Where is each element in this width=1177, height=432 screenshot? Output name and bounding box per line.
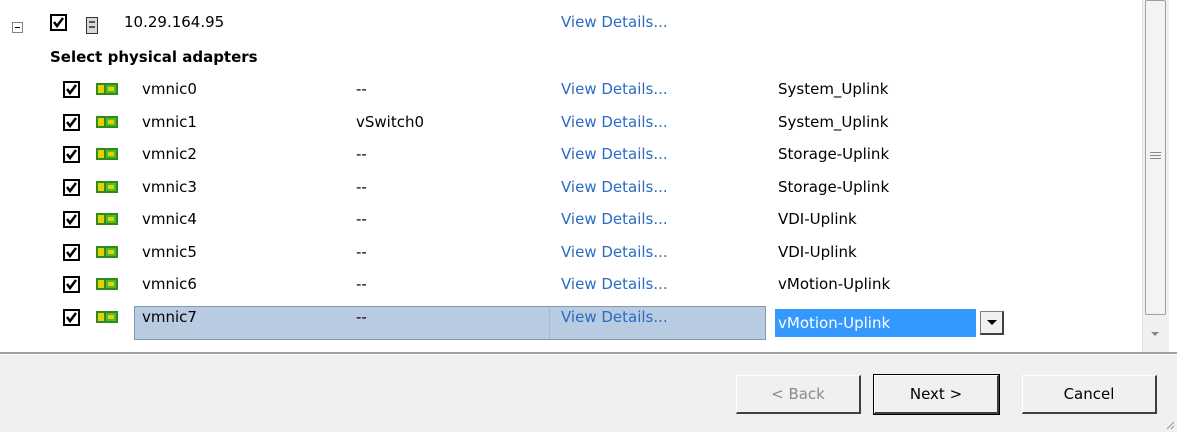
network-adapter-icon (96, 180, 118, 194)
scroll-down-arrow-icon[interactable] (1145, 326, 1166, 344)
network-adapter-icon (96, 212, 118, 226)
adapter-switch: -- (356, 243, 367, 261)
adapter-checkbox[interactable] (63, 114, 80, 131)
host-row[interactable]: 10.29.164.95 View Details... (0, 6, 1140, 38)
section-title: Select physical adapters (50, 48, 258, 66)
collapse-toggle[interactable] (12, 22, 23, 33)
resize-grip-icon[interactable] (1165, 420, 1175, 430)
host-name: 10.29.164.95 (124, 13, 225, 31)
adapter-row[interactable]: vmnic4 -- View Details... VDI-Uplink (0, 203, 1140, 235)
checkmark-icon (66, 182, 77, 194)
adapter-name: vmnic1 (142, 113, 197, 131)
host-view-details-link[interactable]: View Details... (561, 6, 668, 38)
checkmark-icon (66, 149, 77, 161)
adapter-row[interactable]: vmnic6 -- View Details... vMotion-Uplink (0, 268, 1140, 300)
adapter-switch: vSwitch0 (356, 113, 425, 131)
network-adapter-icon (96, 245, 118, 259)
adapter-row[interactable]: vmnic5 -- View Details... VDI-Uplink (0, 236, 1140, 268)
adapter-name: vmnic0 (142, 80, 197, 98)
adapter-checkbox[interactable] (63, 276, 80, 293)
uplink-dropdown-value[interactable]: vMotion-Uplink (775, 309, 976, 337)
scrollbar-thumb[interactable] (1145, 0, 1166, 315)
adapter-uplink: Storage-Uplink (778, 145, 890, 163)
cancel-button[interactable]: Cancel (1022, 375, 1157, 414)
next-button[interactable]: Next > (873, 374, 1000, 415)
vertical-scrollbar[interactable] (1142, 0, 1169, 352)
adapter-name: vmnic3 (142, 178, 197, 196)
adapter-uplink: System_Uplink (778, 113, 889, 131)
checkmark-icon (53, 17, 64, 29)
network-adapter-icon (96, 115, 118, 129)
checkmark-icon (66, 247, 77, 259)
adapter-view-details-link[interactable]: View Details... (561, 171, 668, 203)
adapter-name: vmnic4 (142, 210, 197, 228)
adapter-view-details-link[interactable]: View Details... (561, 73, 668, 105)
host-server-icon (86, 17, 98, 34)
chevron-down-icon[interactable] (980, 311, 1004, 335)
network-adapter-icon (96, 277, 118, 291)
adapter-name: vmnic2 (142, 145, 197, 163)
adapter-uplink: vMotion-Uplink (778, 275, 891, 293)
uplink-dropdown[interactable]: vMotion-Uplink (775, 309, 1010, 337)
adapter-switch: -- (356, 178, 367, 196)
adapter-checkbox[interactable] (63, 244, 80, 261)
checkmark-icon (66, 312, 77, 324)
adapter-row[interactable]: vmnic0 -- View Details... System_Uplink (0, 73, 1140, 105)
adapter-name: vmnic5 (142, 243, 197, 261)
back-button[interactable]: < Back (736, 375, 861, 414)
wizard-footer: < Back Next > Cancel (0, 355, 1177, 432)
adapter-switch: -- (356, 80, 367, 98)
checkmark-icon (66, 117, 77, 129)
adapter-name: vmnic6 (142, 275, 197, 293)
adapter-switch: -- (356, 210, 367, 228)
adapter-checkbox[interactable] (63, 179, 80, 196)
adapter-view-details-link[interactable]: View Details... (561, 301, 668, 333)
adapter-view-details-link[interactable]: View Details... (561, 106, 668, 138)
network-adapter-icon (96, 310, 118, 324)
adapter-uplink: Storage-Uplink (778, 178, 890, 196)
adapter-switch: -- (356, 145, 367, 163)
adapter-uplink: VDI-Uplink (778, 243, 857, 261)
adapter-switch: -- (356, 308, 367, 326)
adapter-list: 10.29.164.95 View Details... Select phys… (0, 0, 1177, 352)
adapter-checkbox[interactable] (63, 146, 80, 163)
network-adapter-icon (96, 82, 118, 96)
adapter-name: vmnic7 (142, 308, 197, 326)
adapter-view-details-link[interactable]: View Details... (561, 203, 668, 235)
adapter-view-details-link[interactable]: View Details... (561, 236, 668, 268)
checkmark-icon (66, 214, 77, 226)
adapter-row[interactable]: vmnic2 -- View Details... Storage-Uplink (0, 138, 1140, 170)
checkmark-icon (66, 279, 77, 291)
adapter-row[interactable]: vmnic3 -- View Details... Storage-Uplink (0, 171, 1140, 203)
adapter-switch: -- (356, 275, 367, 293)
adapter-checkbox[interactable] (63, 81, 80, 98)
adapter-checkbox[interactable] (63, 309, 80, 326)
adapter-view-details-link[interactable]: View Details... (561, 138, 668, 170)
adapter-view-details-link[interactable]: View Details... (561, 268, 668, 300)
network-adapter-icon (96, 147, 118, 161)
adapter-row[interactable]: vmnic1 vSwitch0 View Details... System_Upli… (0, 106, 1140, 138)
host-checkbox[interactable] (50, 14, 67, 31)
adapter-checkbox[interactable] (63, 211, 80, 228)
adapter-uplink: VDI-Uplink (778, 210, 857, 228)
checkmark-icon (66, 84, 77, 96)
adapter-uplink: System_Uplink (778, 80, 889, 98)
